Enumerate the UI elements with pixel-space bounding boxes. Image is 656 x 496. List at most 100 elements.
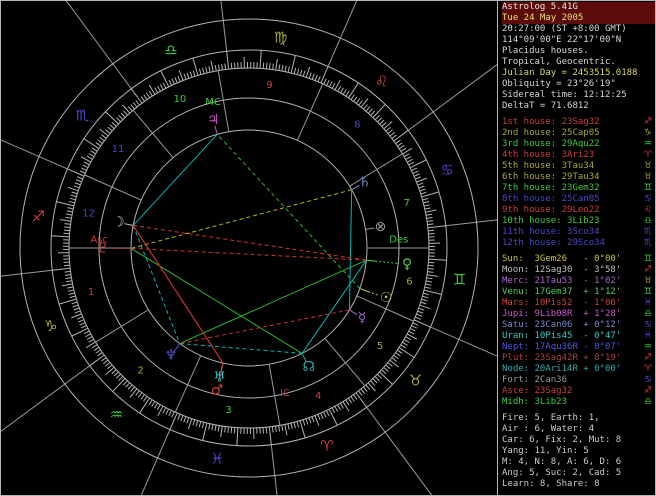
house-row-sign-icon: ♋ [643, 194, 652, 204]
planet-row-text: Sun: 3Gem26 - 0°00' [502, 254, 622, 264]
house-row-text: 1st house: 23Sag32 [502, 117, 600, 127]
sign-sagittarius-icon: ♐ [32, 207, 45, 225]
chart-wheel: ♈♉♊♋♌♍♎♏♐♑♒♓123456789101112Asc DesMCIC☊☿☉… [1, 1, 497, 495]
house-row: 2nd house: 25Cap05 ♑ [502, 128, 655, 139]
planet-plut-icon: ♇ [97, 240, 110, 256]
planet-row-text: Midh: 3Lib23 [502, 397, 584, 407]
planet-row-sign-icon: ♎ [643, 397, 652, 407]
planet-row-sign-icon: ♎ [643, 309, 652, 319]
planet-sun-icon: ☉ [380, 290, 393, 306]
header-line: Tue 24 May 2005 [502, 13, 655, 24]
houses-list: 1st house: 23Sag32 ♐ 2nd house: 25Cap05 ♑ 3r… [502, 117, 655, 249]
planet-row: Plut: 23Sag42R + 8°19' ♐ [502, 353, 655, 364]
planet-row-sign-icon: ♐ [643, 353, 652, 363]
house-row: 3rd house: 29Aqu22 ♒ [502, 139, 655, 150]
sign-capricorn-icon: ♑ [44, 317, 57, 335]
house-row-text: 4th house: 3Ari23 [502, 150, 595, 160]
planet-row: Venu: 17Gem37 + 1°12' ♊ [502, 287, 655, 298]
house-row-text: 9th house: 29Leo22 [502, 205, 600, 215]
house-row-sign-icon: ♌ [643, 205, 652, 215]
house-row-sign-icon: ♑ [643, 128, 652, 138]
stats-block: Fire: 5, Earth: 1, Air : 6, Water: 4 Car: … [502, 413, 655, 490]
header-line: 20:27:00 (ST +8:00 GMT) [502, 24, 627, 34]
house-row-sign-icon: ♈ [643, 150, 652, 160]
planet-venu-icon: ♀ [402, 256, 412, 272]
header-line: Obliquity = 23°26'19" [502, 79, 616, 89]
house-row-sign-icon: ♏ [643, 227, 652, 237]
planet-satu-icon: ♄ [358, 174, 371, 190]
planet-row-text: Uran: 10Pis45 - 0°47' [502, 331, 622, 341]
planet-row: Merc: 21Tau53 - 1°02' ♉ [502, 276, 655, 287]
planet-row-sign-icon: ♓ [643, 298, 652, 308]
sign-leo-icon: ♌ [375, 72, 388, 90]
house-row: 7th house: 23Gem32 ♊ [502, 183, 655, 194]
house-row: 4th house: 3Ari23 ♈ [502, 150, 655, 161]
stat-line: Yang: 11, Yin: 5 [502, 446, 589, 456]
angle-label-des: Des [389, 235, 408, 246]
house-row: 9th house: 29Leo22 ♌ [502, 205, 655, 216]
header-line: Julian Day = 2453515.0188 [502, 68, 638, 78]
sign-virgo-icon: ♍ [274, 28, 287, 46]
sign-gemini-icon: ♊ [453, 271, 466, 289]
planet-moon-icon: ☽ [112, 215, 125, 231]
header-line: Astrolog 5.41G [502, 2, 655, 13]
planet-row-text: Mars: 10Pis52 - 1°06' [502, 298, 622, 308]
house-number-5: 5 [377, 341, 383, 352]
house-row-sign-icon: ♒ [643, 139, 652, 149]
planet-row-text: Nept: 17Aqu36R - 0°07' [502, 342, 622, 352]
planet-row: Jupi: 9Lib08R + 1°28' ♎ [502, 309, 655, 320]
planet-row-text: Node: 20Ari14R + 0°00' [502, 364, 622, 374]
sign-taurus-icon: ♉ [409, 372, 422, 390]
planet-row-text: Plut: 23Sag42R + 8°19' [502, 353, 622, 363]
planet-row-text: Asce: 23Sag32 [502, 386, 584, 396]
header-line: Placidus houses. [502, 46, 589, 56]
stat-line: Car: 6, Fix: 2, Mut: 8 [502, 435, 622, 445]
header-line: Sidereal time: 12:12:25 [502, 90, 627, 100]
house-row-text: 7th house: 23Gem32 [502, 183, 600, 193]
house-row-sign-icon: ♐ [643, 117, 652, 127]
planet-row-text: Venu: 17Gem37 + 1°12' [502, 287, 622, 297]
planet-row: Node: 20Ari14R + 0°00' ♈ [502, 364, 655, 375]
house-row-sign-icon: ♎ [643, 216, 652, 226]
house-row-text: 8th house: 25Can05 [502, 194, 600, 204]
chart-info-header: Astrolog 5.41G Tue 24 May 2005 20:27:00 (S… [502, 2, 655, 112]
planet-row-text: Merc: 21Tau53 - 1°02' [502, 276, 622, 286]
planet-nept-icon: ♆ [165, 348, 178, 364]
planet-node-icon: ☊ [303, 359, 315, 375]
house-number-3: 3 [225, 405, 231, 416]
house-row-text: 10th house: 3Lib23 [502, 216, 600, 226]
house-row-text: 2nd house: 25Cap05 [502, 128, 600, 138]
planet-row: Moon: 12Sag30 - 3°58' ♐ [502, 265, 655, 276]
house-row: 6th house: 29Tau34 ♉ [502, 172, 655, 183]
planet-row-sign-icon: ♊ [643, 254, 652, 264]
sign-aquarius-icon: ♒ [110, 406, 123, 424]
planet-mars-icon: ♂ [211, 382, 224, 398]
stat-line: Ang: 5, Suc: 2, Cad: 5 [502, 468, 622, 478]
astrolog-window: ♈ ♉ ♊ ♋ ♌ ♍ ♎ ♏ ♐ ♑ ♒ ♓ 1 2 3 4 5 6 7 8 9 10 11 12 Asc Des MC IC ☊ ☿ ☉… [0, 0, 656, 496]
planets-list: Sun: 3Gem26 - 0°00' ♊ Moon: 12Sag30 - 3°58… [502, 254, 655, 408]
planet-row: Nept: 17Aqu36R - 0°07' ♒ [502, 342, 655, 353]
house-row-sign-icon: ♊ [643, 183, 652, 193]
house-number-11: 11 [112, 144, 125, 155]
planet-row-sign-icon: ♓ [643, 331, 652, 341]
sign-libra-icon: ♎ [164, 41, 177, 59]
house-number-10: 10 [173, 94, 186, 105]
planet-row-sign-icon: ♋ [643, 320, 652, 330]
house-row-text: 6th house: 29Tau34 [502, 172, 600, 182]
angle-labels: Asc DesMCIC [90, 97, 408, 399]
planet-row-sign-icon: ♊ [643, 287, 652, 297]
planet-fort-icon: ⊗ [374, 219, 386, 235]
stat-line: M: 4, N: 8, A: 6, D: 6 [502, 457, 622, 467]
sign-pisces-icon: ♓ [211, 450, 224, 468]
planet-row-text: Fort: 2Can36 [502, 375, 584, 385]
planet-row: Uran: 10Pis45 - 0°47' ♓ [502, 331, 655, 342]
house-row-sign-icon: ♏ [643, 238, 652, 248]
house-number-12: 12 [82, 208, 95, 219]
planet-row-text: Moon: 12Sag30 - 3°58' [502, 265, 622, 275]
house-row: 5th house: 3Tau34 ♉ [502, 161, 655, 172]
planet-row-sign-icon: ♉ [643, 276, 652, 286]
sign-scorpio-icon: ♏ [76, 106, 90, 124]
house-number-4: 4 [315, 391, 321, 402]
house-row: 10th house: 3Lib23 ♎ [502, 216, 655, 227]
planet-row-sign-icon: ♋ [643, 375, 652, 385]
